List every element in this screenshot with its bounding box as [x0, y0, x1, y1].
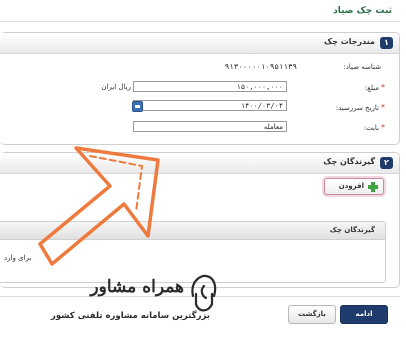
- sayad-id-value: ۹۱۳۰۰۰۰۰۱۰۹۵۱۱۳۹: [224, 62, 297, 71]
- reason-label-text: بابت:: [363, 124, 379, 132]
- step-badge-2: ۲: [380, 157, 393, 169]
- due-date-label-text: تاریخ سررسید:: [335, 104, 379, 112]
- headset-logo-icon: [191, 274, 217, 312]
- check-details-title: مندرجات چک: [324, 37, 375, 46]
- required-mark: *: [381, 103, 385, 112]
- brand-watermark: همراه مشاور بزرگترین سامانه مشاوره تلفنی…: [30, 268, 220, 334]
- step-badge-1: ۱: [380, 37, 393, 49]
- receivers-empty-text: برای وارد: [4, 254, 32, 262]
- required-mark: *: [381, 83, 385, 92]
- currency-label: ریال ایران: [101, 83, 131, 91]
- receivers-title: گیرندگان چک: [323, 157, 375, 166]
- amount-value: ۱۵۰,۰۰۰,۰۰۰: [236, 83, 283, 91]
- back-button[interactable]: بازگشت: [288, 305, 336, 324]
- required-mark: *: [381, 123, 385, 132]
- due-date-input[interactable]: ۱۴۰۰/۰۳/۰۴: [133, 100, 287, 111]
- amount-label: *مبلغ:: [365, 83, 385, 92]
- page-title: ثبت چک صیاد: [333, 6, 392, 16]
- reason-input[interactable]: معامله: [133, 121, 287, 132]
- arrow-pointer-icon: [38, 146, 160, 266]
- receivers-table-title: گیرندگان چک: [329, 226, 375, 234]
- continue-button[interactable]: ادامه: [340, 305, 388, 324]
- amount-input[interactable]: ۱۵۰,۰۰۰,۰۰۰: [133, 81, 287, 92]
- add-receiver-button[interactable]: افزودن: [324, 178, 384, 195]
- amount-label-text: مبلغ:: [364, 84, 379, 92]
- due-date-label: *تاریخ سررسید:: [336, 103, 385, 112]
- brand-tagline: بزرگترین سامانه مشاوره تلفنی کشور: [50, 311, 210, 321]
- check-details-header: ۱ مندرجات چک: [0, 33, 399, 54]
- title-divider: [0, 21, 400, 22]
- check-details-panel: ۱ مندرجات چک شناسه صیاد: ۹۱۳۰۰۰۰۰۱۰۹۵۱۱۳…: [0, 32, 400, 145]
- reason-label: *بابت:: [364, 123, 385, 132]
- add-receiver-label: افزودن: [338, 182, 364, 190]
- calendar-icon[interactable]: [132, 101, 143, 112]
- sayad-id-label: شناسه صیاد:: [343, 63, 381, 71]
- plus-icon: [368, 182, 378, 192]
- due-date-value: ۱۴۰۰/۰۳/۰۴: [240, 102, 283, 110]
- brand-name: همراه مشاور: [90, 277, 184, 297]
- reason-value: معامله: [263, 123, 283, 131]
